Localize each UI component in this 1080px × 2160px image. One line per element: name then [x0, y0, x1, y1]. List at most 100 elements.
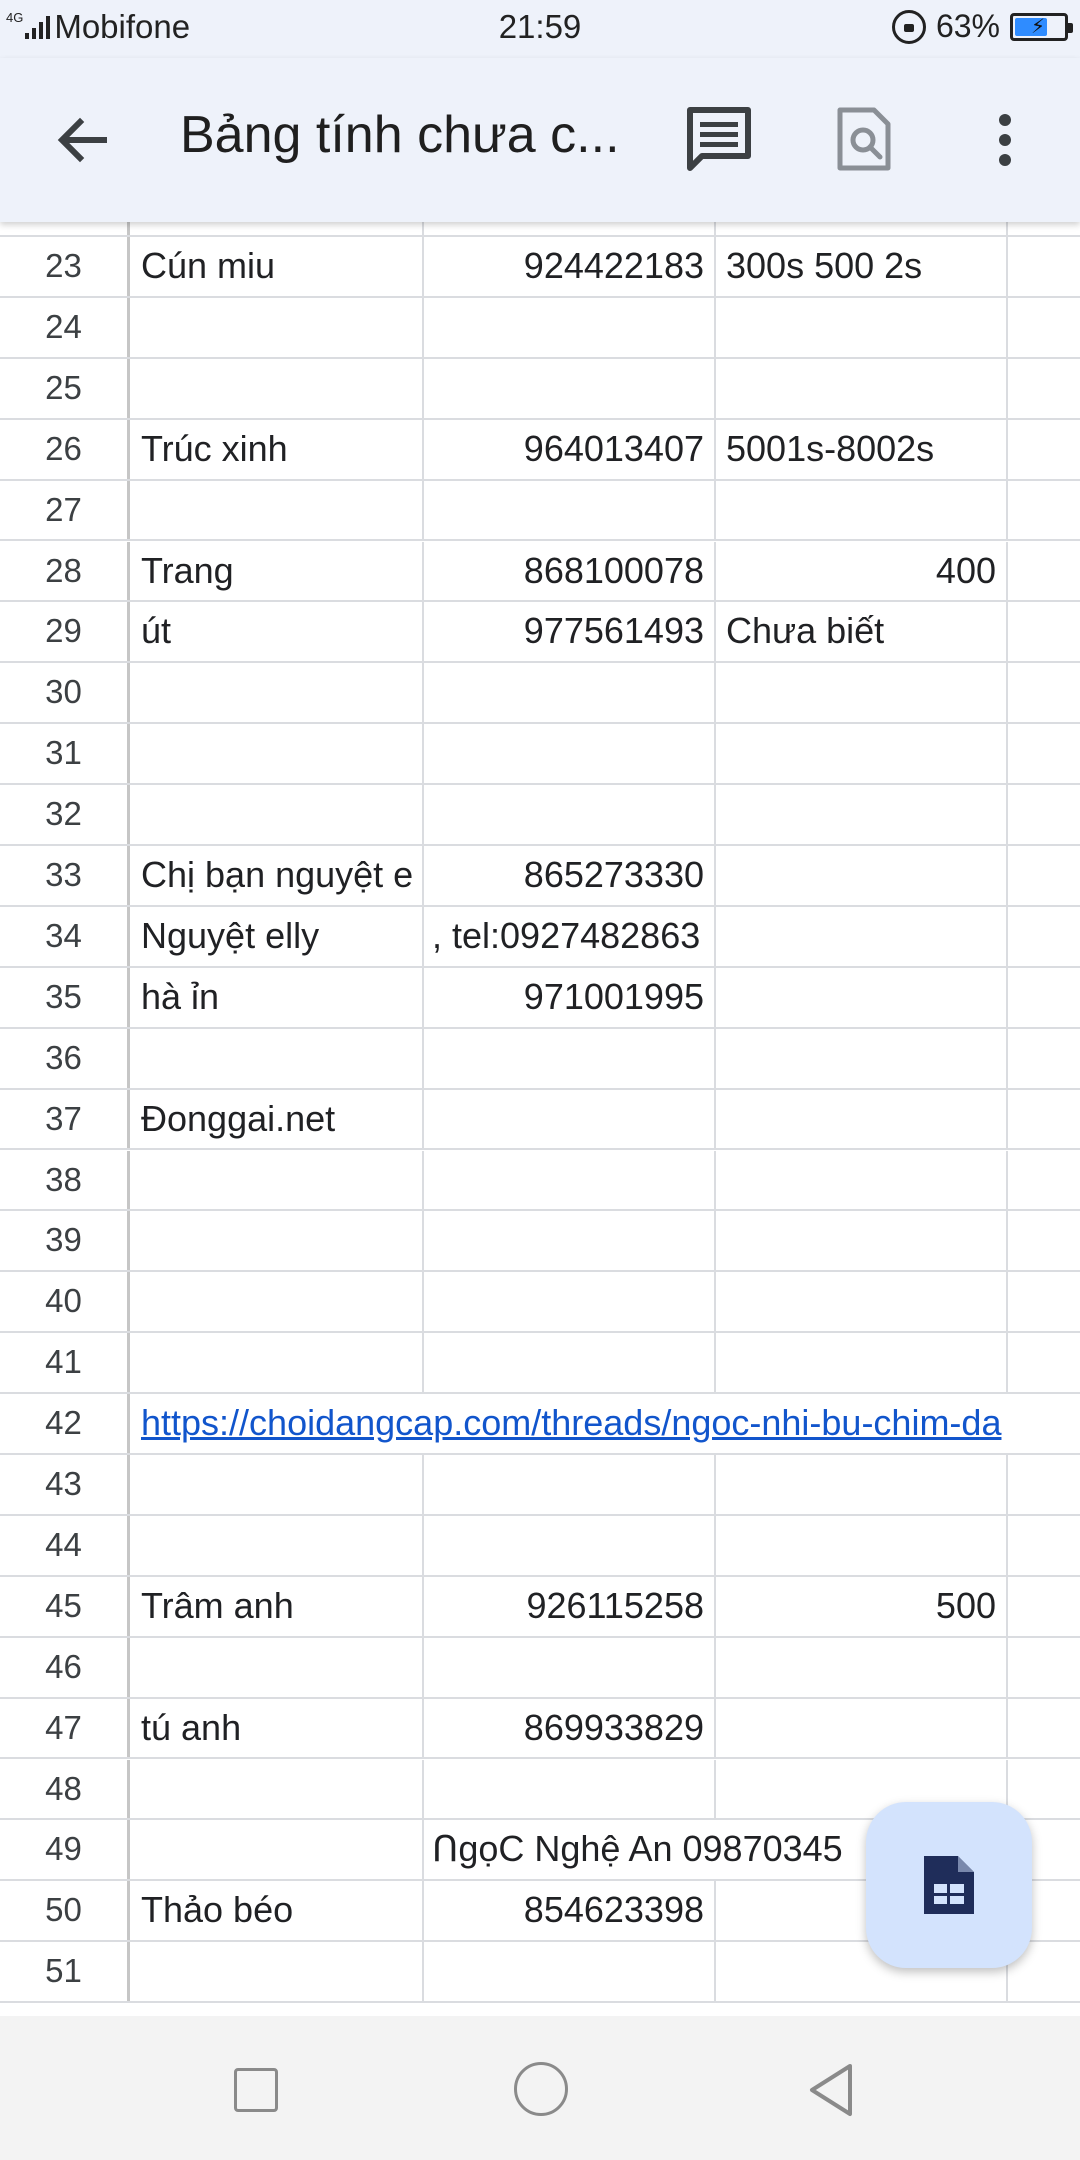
cell-name[interactable] [133, 358, 424, 418]
cell-name[interactable] [133, 1150, 424, 1210]
cell-note[interactable] [716, 1515, 1008, 1575]
back-icon[interactable] [806, 2062, 856, 2118]
cell-name[interactable] [133, 1333, 424, 1393]
cell-phone[interactable] [424, 1455, 716, 1514]
cell-phone[interactable] [424, 480, 716, 540]
cell-name[interactable] [133, 1820, 424, 1880]
cell-note[interactable] [716, 1637, 1008, 1697]
cell-phone[interactable] [424, 358, 716, 418]
cell-note[interactable] [716, 663, 1008, 723]
cell-name[interactable] [133, 1028, 424, 1088]
cell-phone[interactable]: , tel:0927482863 [424, 906, 716, 966]
row-number[interactable]: 39 [0, 1211, 130, 1271]
cell-name[interactable]: Trâm anh [133, 1576, 424, 1636]
cell-phone[interactable]: 869933829 [424, 1698, 716, 1758]
row-number[interactable]: 37 [0, 1089, 130, 1149]
cell-empty[interactable] [1008, 602, 1080, 661]
row-number[interactable]: 24 [0, 297, 130, 357]
cell-note[interactable] [716, 1333, 1008, 1393]
cell-phone[interactable]: 977561493 [424, 602, 716, 662]
cell-name[interactable] [133, 1515, 424, 1575]
row-number[interactable]: 23 [0, 237, 130, 296]
cell-name[interactable] [133, 1759, 424, 1819]
cell-name[interactable] [133, 1942, 424, 2002]
cell-phone[interactable] [424, 1150, 716, 1210]
cell-note[interactable] [716, 724, 1008, 784]
row-number[interactable]: 43 [0, 1455, 130, 1514]
cell-phone[interactable] [424, 1759, 716, 1819]
row-number[interactable]: 38 [0, 1150, 130, 1210]
preview-icon[interactable] [836, 106, 892, 172]
cell-phone[interactable] [424, 785, 716, 844]
cell-name[interactable] [133, 724, 424, 784]
row-number[interactable]: 25 [0, 358, 130, 418]
cell-empty[interactable] [1008, 481, 1080, 540]
cell-empty[interactable] [1008, 1455, 1080, 1514]
cell-name[interactable] [133, 297, 424, 357]
row-number[interactable]: 45 [0, 1576, 130, 1636]
cell-phone[interactable] [424, 1942, 716, 2002]
recent-apps-icon[interactable] [234, 2068, 278, 2112]
cell[interactable] [424, 222, 716, 235]
cell-note[interactable] [716, 1028, 1008, 1088]
cell-phone[interactable]: 924422183 [424, 237, 716, 296]
row-number[interactable]: 29 [0, 602, 130, 662]
cell-empty[interactable] [1008, 237, 1080, 296]
row-number[interactable]: 42 [0, 1394, 130, 1453]
cell-empty[interactable] [1008, 1638, 1080, 1697]
cell-empty[interactable] [1008, 1333, 1080, 1392]
cell-note[interactable] [716, 1272, 1008, 1332]
cell-name[interactable]: Đonggai.net [133, 1089, 424, 1149]
cell-note[interactable]: 500 [716, 1576, 1008, 1636]
cell-phone[interactable]: 964013407 [424, 419, 716, 479]
cell-name[interactable] [133, 1272, 424, 1332]
cell-phone[interactable]: ՈgọC Nghệ An 09870345 [424, 1820, 864, 1879]
row-number[interactable]: 30 [0, 663, 130, 723]
cell-note[interactable] [716, 967, 1008, 1027]
cell-phone[interactable] [424, 663, 716, 723]
cell-phone[interactable] [424, 1272, 716, 1332]
cell[interactable] [1008, 222, 1080, 235]
cell-note[interactable] [716, 1698, 1008, 1758]
cell-phone[interactable] [424, 1515, 716, 1575]
row-number[interactable]: 40 [0, 1272, 130, 1332]
cell-empty[interactable] [1008, 663, 1080, 722]
cell-note[interactable] [716, 358, 1008, 418]
cell-note[interactable] [716, 1455, 1008, 1514]
cell-empty[interactable] [1008, 1760, 1080, 1819]
cell-phone[interactable] [424, 1089, 716, 1149]
row-number[interactable]: 49 [0, 1820, 130, 1880]
cell-name[interactable]: Cún miu [133, 237, 424, 296]
cell-note[interactable]: 5001s-8002s [716, 419, 1008, 479]
row-number[interactable]: 44 [0, 1515, 130, 1575]
row-number[interactable]: 41 [0, 1333, 130, 1393]
cell-phone[interactable]: 868100078 [424, 541, 716, 601]
cell-name[interactable] [133, 480, 424, 540]
cell-note[interactable] [716, 785, 1008, 844]
row-number[interactable]: 26 [0, 419, 130, 479]
cell-name[interactable] [133, 1455, 424, 1514]
cell-phone[interactable] [424, 1637, 716, 1697]
cell-empty[interactable] [1008, 1516, 1080, 1575]
cell-empty[interactable] [1008, 1577, 1080, 1636]
cell-empty[interactable] [1008, 1272, 1080, 1331]
cell-name[interactable]: tú anh [133, 1698, 424, 1758]
cell-name[interactable]: hà ỉn [133, 967, 424, 1027]
cell-empty[interactable] [1008, 1090, 1080, 1149]
cell-name[interactable] [133, 663, 424, 723]
cell-empty[interactable] [1008, 298, 1080, 357]
cell-note[interactable] [716, 1211, 1008, 1271]
sheets-fab-button[interactable] [866, 1802, 1032, 1968]
cell-note[interactable]: Chưa biết [716, 602, 1008, 662]
cell-empty[interactable] [1008, 1211, 1080, 1270]
row-number[interactable]: 36 [0, 1028, 130, 1088]
cell-name[interactable] [133, 1637, 424, 1697]
cell-note[interactable] [716, 846, 1008, 905]
cell[interactable] [133, 222, 424, 235]
cell-empty[interactable] [1008, 846, 1080, 905]
cell-note[interactable]: 300s 500 2s [716, 237, 1008, 296]
cell-empty[interactable] [1008, 968, 1080, 1027]
row-number[interactable]: 31 [0, 724, 130, 784]
cell-phone[interactable] [424, 1333, 716, 1393]
cell[interactable] [716, 222, 1008, 235]
